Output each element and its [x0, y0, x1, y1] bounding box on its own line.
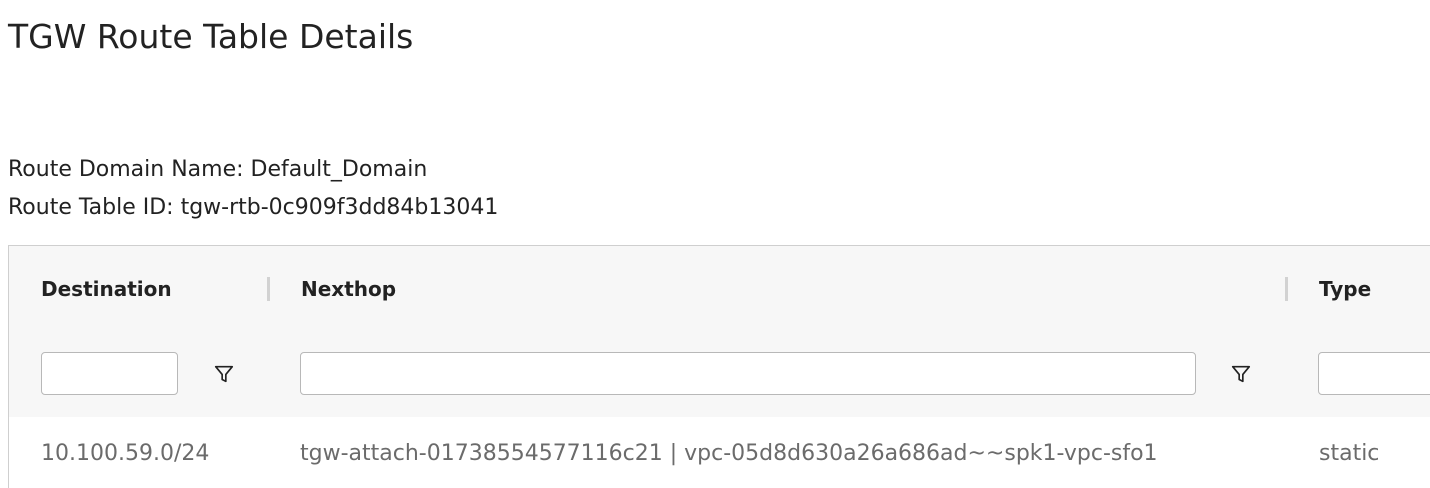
column-header-nexthop[interactable]: Nexthop — [301, 277, 396, 301]
filter-icon[interactable] — [1230, 363, 1252, 385]
route-table-id: Route Table ID: tgw-rtb-0c909f3dd84b1304… — [8, 195, 499, 220]
type-cell: static — [1319, 441, 1380, 466]
route-table-details-page: TGW Route Table Details Route Domain Nam… — [0, 0, 1430, 488]
route-domain-name: Route Domain Name: Default_Domain — [8, 157, 428, 182]
filter-icon[interactable] — [213, 363, 235, 385]
page-title: TGW Route Table Details — [8, 17, 414, 56]
column-resize-handle[interactable] — [1285, 277, 1288, 301]
destination-filter-input[interactable] — [41, 352, 178, 395]
table-row[interactable]: 10.100.59.0/24 tgw-attach-01738554577116… — [9, 417, 1430, 488]
column-resize-handle[interactable] — [267, 277, 270, 301]
type-filter-input[interactable] — [1318, 352, 1430, 395]
column-header-destination[interactable]: Destination — [41, 277, 172, 301]
route-table-grid: Destination Nexthop Type 10.100.59.0/24 … — [8, 245, 1430, 488]
column-header-type[interactable]: Type — [1319, 277, 1371, 301]
grid-filter-row — [9, 332, 1430, 418]
nexthop-filter-input[interactable] — [300, 352, 1196, 395]
nexthop-cell: tgw-attach-01738554577116c21 | vpc-05d8d… — [300, 441, 1158, 466]
grid-header-row: Destination Nexthop Type — [9, 246, 1430, 333]
destination-cell: 10.100.59.0/24 — [41, 441, 210, 466]
